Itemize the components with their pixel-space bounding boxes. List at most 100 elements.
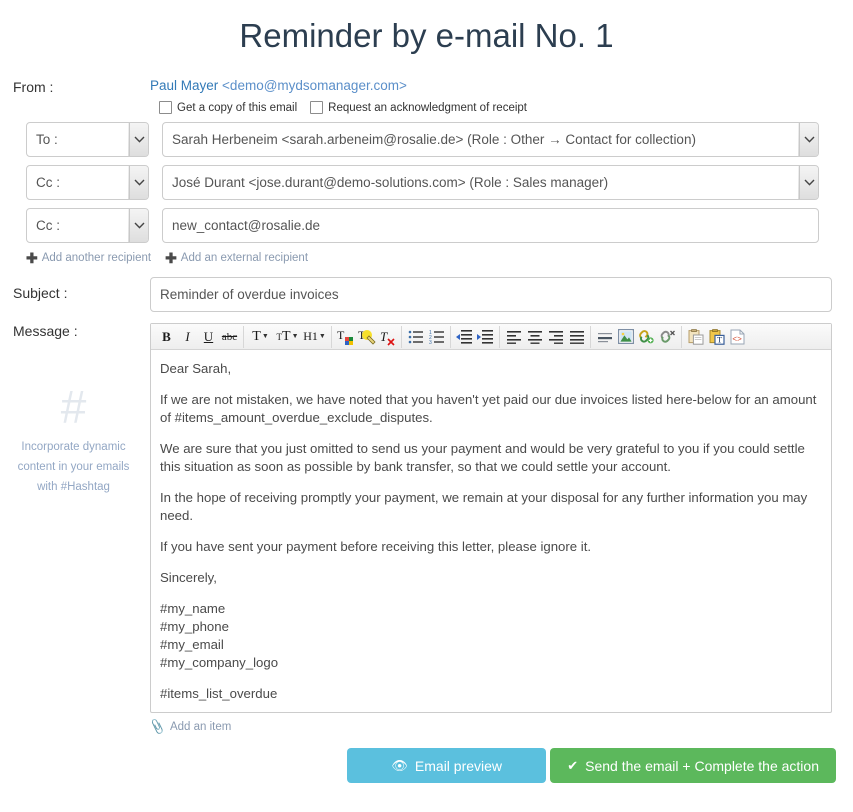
recipient-row: Cc : bbox=[13, 208, 836, 243]
outdent-icon[interactable] bbox=[454, 326, 475, 347]
svg-text:3: 3 bbox=[429, 340, 432, 345]
message-body[interactable]: Dear Sarah, If we are not mistaken, we h… bbox=[151, 350, 831, 712]
italic-icon[interactable]: I bbox=[177, 326, 198, 347]
action-buttons: 👁 Email preview ✔ Send the email + Compl… bbox=[150, 748, 836, 783]
add-recipient-links: ✚ Add another recipient ✚ Add an externa… bbox=[26, 251, 836, 265]
toolbar-group-color: T T T bbox=[332, 325, 402, 348]
paste-icon[interactable] bbox=[685, 326, 706, 347]
hashtag-promo-line-3: with #Hashtag bbox=[37, 481, 110, 493]
external-recipient-field bbox=[162, 208, 819, 243]
from-options: Get a copy of this email Request an ackn… bbox=[150, 101, 836, 114]
underline-icon[interactable]: U bbox=[198, 326, 219, 347]
send-email-button[interactable]: ✔ Send the email + Complete the action bbox=[550, 748, 836, 783]
recipient-row: To : Sarah Herbeneim <sarah.arbeneim@ros… bbox=[13, 122, 836, 157]
svg-text:T: T bbox=[380, 329, 388, 344]
toolbar-group-clipboard: T <> bbox=[682, 326, 751, 348]
add-item-button[interactable]: 📎 Add an item bbox=[148, 718, 836, 735]
subject-field bbox=[150, 277, 832, 312]
highlight-color-icon[interactable]: T bbox=[356, 326, 377, 347]
from-sender-line: Paul Mayer <demo@mydsomanager.com> bbox=[150, 77, 836, 94]
unordered-list-icon[interactable] bbox=[405, 326, 426, 347]
message-paragraph-1: If we are not mistaken, we have noted th… bbox=[160, 392, 817, 425]
message-label-column: Message : # Incorporate dynamic content … bbox=[13, 323, 150, 497]
request-ack-checkbox[interactable] bbox=[310, 101, 324, 114]
message-row: Message : # Incorporate dynamic content … bbox=[13, 323, 836, 713]
hashtag-icon: # bbox=[60, 381, 87, 433]
toolbar-group-align bbox=[500, 325, 591, 348]
plus-icon: ✚ bbox=[165, 250, 177, 266]
toolbar-group-font: T ▼ T T ▼ H1 ▼ bbox=[244, 325, 332, 348]
toolbar-group-insert bbox=[591, 325, 682, 348]
recipient-type-select-2[interactable]: Cc : bbox=[26, 165, 149, 200]
add-external-recipient-button[interactable]: ✚ Add an external recipient bbox=[165, 251, 308, 265]
send-email-label: Send the email + Complete the action bbox=[585, 757, 819, 774]
add-item-label: Add an item bbox=[169, 721, 232, 733]
check-icon: ✔ bbox=[567, 758, 579, 773]
horizontal-rule-icon[interactable] bbox=[594, 326, 615, 347]
recipient-type-select-wrap-3: Cc : bbox=[26, 208, 149, 243]
source-code-icon[interactable]: <> bbox=[727, 326, 748, 347]
recipient-type-select-3[interactable]: Cc : bbox=[26, 208, 149, 243]
hashtag-promo-line-2: content in your emails bbox=[17, 461, 130, 473]
signature-email: #my_email bbox=[160, 637, 224, 652]
bold-icon[interactable]: B bbox=[156, 326, 177, 347]
email-reminder-page: Reminder by e-mail No. 1 From : Paul May… bbox=[0, 0, 853, 812]
indent-icon[interactable] bbox=[475, 326, 496, 347]
toolbar-group-indent bbox=[451, 325, 500, 348]
form-footer: 📎 Add an item 👁 Email preview ✔ Send the… bbox=[0, 718, 853, 783]
recipient-select-wrap-1: Sarah Herbeneim <sarah.arbeneim@rosalie.… bbox=[162, 122, 819, 157]
from-sender-name[interactable]: Paul Mayer bbox=[150, 78, 218, 93]
eye-icon: 👁 bbox=[391, 758, 408, 773]
align-right-icon[interactable] bbox=[545, 326, 566, 347]
from-row: From : Paul Mayer <demo@mydsomanager.com… bbox=[13, 77, 836, 114]
email-form: From : Paul Mayer <demo@mydsomanager.com… bbox=[0, 77, 853, 713]
unlink-icon[interactable] bbox=[657, 326, 678, 347]
email-preview-label: Email preview bbox=[414, 757, 503, 774]
page-title: Reminder by e-mail No. 1 bbox=[239, 17, 614, 54]
svg-text:T: T bbox=[337, 328, 345, 342]
recipient-select-2[interactable]: José Durant <jose.durant@demo-solutions.… bbox=[162, 165, 819, 200]
insert-link-icon[interactable] bbox=[636, 326, 657, 347]
editor-toolbar: B I U abc T ▼ T T ▼ H1 ▼ T T T 1 2 3 T <… bbox=[151, 324, 831, 350]
add-another-recipient-button[interactable]: ✚ Add another recipient bbox=[26, 251, 151, 265]
paragraph-format-icon[interactable]: H1 ▼ bbox=[301, 326, 328, 347]
font-name-icon[interactable]: T ▼ bbox=[247, 326, 274, 347]
strikethrough-icon[interactable]: abc bbox=[219, 326, 240, 347]
email-preview-button[interactable]: 👁 Email preview bbox=[347, 748, 547, 783]
get-copy-checkbox[interactable] bbox=[159, 101, 172, 114]
recipient-select-1[interactable]: Sarah Herbeneim <sarah.arbeneim@rosalie.… bbox=[162, 122, 819, 157]
subject-input[interactable] bbox=[150, 277, 832, 312]
subject-row: Subject : bbox=[13, 277, 836, 312]
hashtag-promo-line-1: Incorporate dynamic bbox=[21, 441, 126, 453]
font-size-icon[interactable]: T T ▼ bbox=[274, 326, 301, 347]
message-paragraph-3: In the hope of receiving promptly your p… bbox=[160, 490, 808, 523]
add-another-recipient-label: Add another recipient bbox=[41, 252, 152, 264]
rich-text-editor: B I U abc T ▼ T T ▼ H1 ▼ T T T 1 2 3 T <… bbox=[150, 323, 832, 713]
recipient-type-select-1[interactable]: To : bbox=[26, 122, 149, 157]
ordered-list-icon[interactable]: 1 2 3 bbox=[426, 326, 447, 347]
recipient-row: Cc : José Durant <jose.durant@demo-solut… bbox=[13, 165, 836, 200]
hashtag-promo: # Incorporate dynamic content in your em… bbox=[13, 384, 150, 497]
external-recipient-input[interactable] bbox=[162, 208, 819, 243]
message-paragraph-2: We are sure that you just omitted to sen… bbox=[160, 441, 805, 474]
recipient-type-select-wrap-2: Cc : bbox=[26, 165, 149, 200]
request-ack-label: Request an acknowledgment of receipt bbox=[328, 101, 527, 114]
svg-text:T: T bbox=[717, 334, 723, 344]
toolbar-group-lists: 1 2 3 bbox=[402, 325, 451, 348]
text-color-icon[interactable]: T bbox=[335, 326, 356, 347]
remove-format-icon[interactable]: T bbox=[377, 326, 398, 347]
align-left-icon[interactable] bbox=[503, 326, 524, 347]
align-center-icon[interactable] bbox=[524, 326, 545, 347]
from-sender-email[interactable]: <demo@mydsomanager.com> bbox=[222, 78, 407, 93]
align-justify-icon[interactable] bbox=[566, 326, 587, 347]
signature-phone: #my_phone bbox=[160, 619, 229, 634]
insert-image-icon[interactable] bbox=[615, 326, 636, 347]
recipient-select-wrap-2: José Durant <jose.durant@demo-solutions.… bbox=[162, 165, 819, 200]
message-label: Message : bbox=[13, 323, 78, 339]
signature-logo: #my_company_logo bbox=[160, 655, 279, 670]
subject-label: Subject : bbox=[13, 285, 68, 301]
hashtag-promo-text: Incorporate dynamic content in your emai… bbox=[13, 437, 134, 497]
paste-as-text-icon[interactable]: T bbox=[706, 326, 727, 347]
message-greeting: Dear Sarah, bbox=[160, 361, 232, 376]
toolbar-group-text-style: B I U abc bbox=[153, 325, 244, 348]
